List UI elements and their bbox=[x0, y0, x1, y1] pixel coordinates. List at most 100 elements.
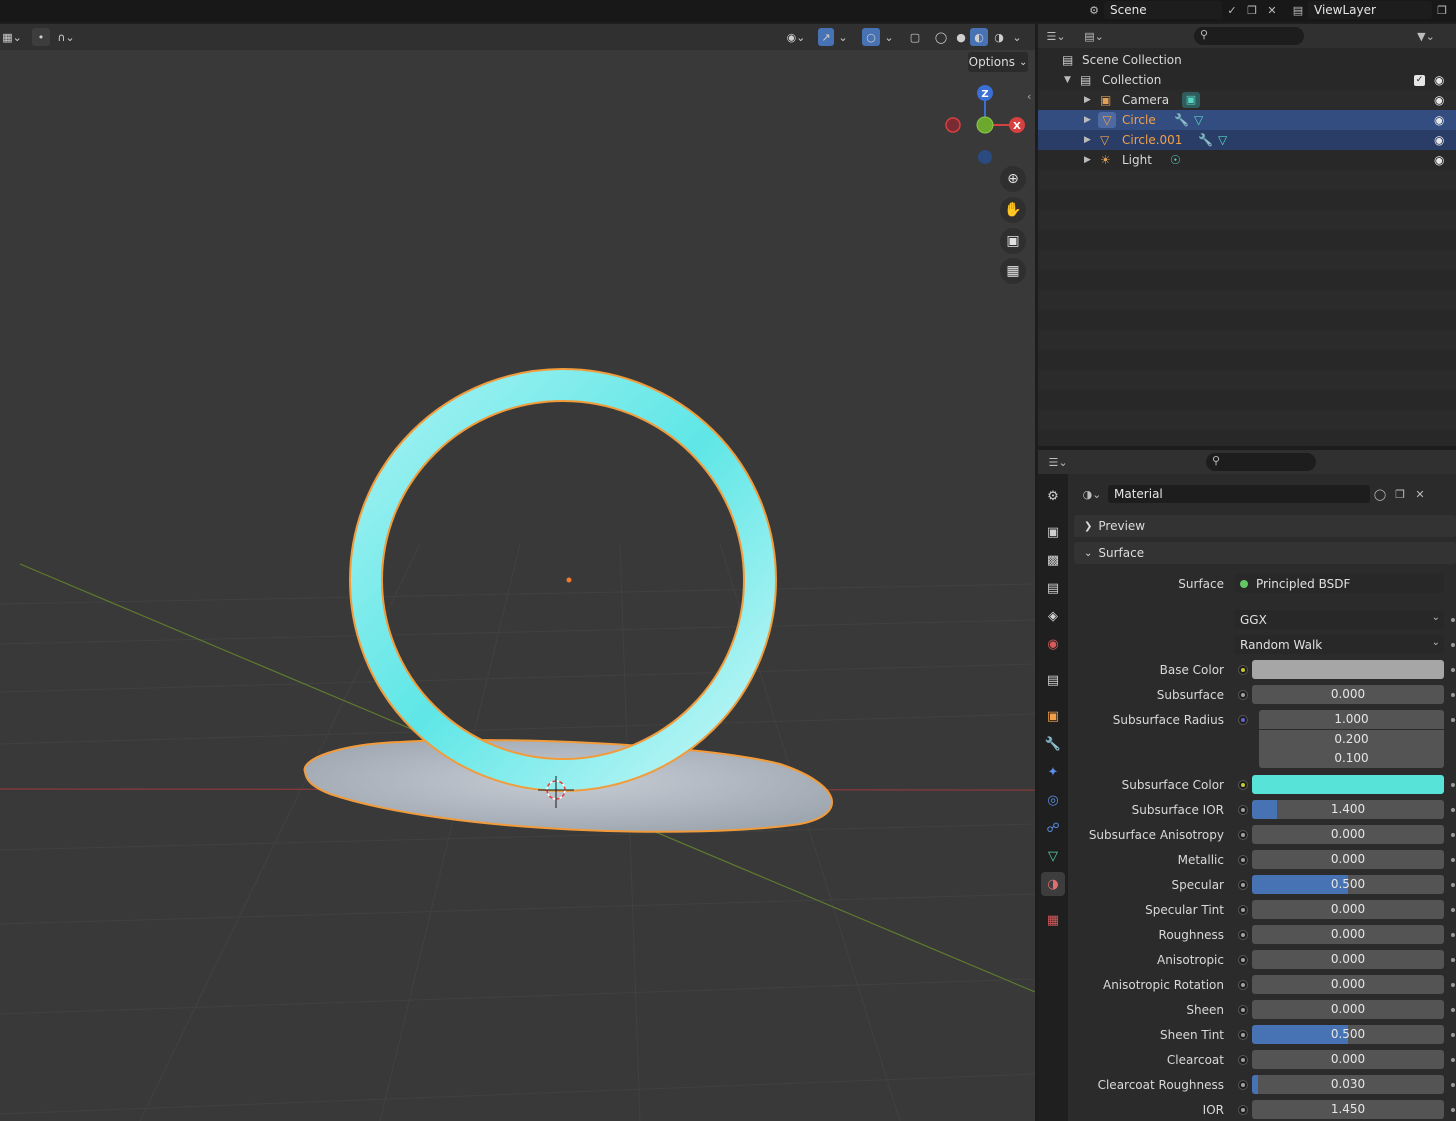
input-socket-icon[interactable] bbox=[1238, 880, 1248, 890]
options-button[interactable]: Options ⌄ bbox=[968, 52, 1028, 72]
value-slider[interactable]: 0.500 bbox=[1252, 875, 1444, 894]
surface-panel-header[interactable]: ⌄ Surface bbox=[1074, 542, 1456, 564]
keyframe-dot[interactable] bbox=[1451, 808, 1455, 812]
data-tab-icon[interactable]: ▽ bbox=[1041, 844, 1065, 868]
input-socket-icon[interactable] bbox=[1238, 805, 1248, 815]
value-slider[interactable]: 0.000 bbox=[1252, 825, 1444, 844]
input-socket-icon[interactable] bbox=[1238, 955, 1248, 965]
keyframe-dot[interactable] bbox=[1451, 783, 1455, 787]
value-slider[interactable]: 0.000 bbox=[1252, 925, 1444, 944]
value-slider[interactable]: 0.000 bbox=[1252, 1000, 1444, 1019]
keyframe-dot[interactable] bbox=[1451, 693, 1455, 697]
input-socket-icon[interactable] bbox=[1238, 930, 1248, 940]
input-socket-icon[interactable] bbox=[1238, 1055, 1248, 1065]
exclude-checkbox[interactable]: ✓ bbox=[1414, 74, 1425, 86]
input-socket-icon[interactable] bbox=[1238, 715, 1248, 725]
input-socket-icon[interactable] bbox=[1238, 830, 1248, 840]
display-mode-icon[interactable]: ▤⌄ bbox=[1084, 27, 1104, 45]
input-socket-icon[interactable] bbox=[1238, 665, 1248, 675]
wrench-modifier-icon[interactable]: 🔧 bbox=[1198, 133, 1213, 147]
gizmo-toggle-icon[interactable]: ↗ bbox=[818, 28, 834, 46]
eye-icon[interactable]: ◉ bbox=[1434, 73, 1444, 87]
value-slider[interactable]: 0.000 bbox=[1252, 850, 1444, 869]
value-slider[interactable]: 0.000 bbox=[1252, 1050, 1444, 1069]
value-slider[interactable]: 0.000 bbox=[1252, 900, 1444, 919]
value-slider[interactable]: 0.030 bbox=[1252, 1075, 1444, 1094]
xray-icon[interactable]: ▢ bbox=[906, 28, 924, 46]
keyframe-dot[interactable] bbox=[1451, 1108, 1455, 1112]
keyframe-dot[interactable] bbox=[1451, 1033, 1455, 1037]
3d-viewport[interactable]: Z X ▦⌄ • ∩⌄ ◉⌄ ↗ ⌄ ○ ⌄ ▢ ◯ ● ◐ ◑ ⌄ Optio… bbox=[0, 24, 1035, 1121]
input-socket-icon[interactable] bbox=[1238, 1080, 1248, 1090]
outliner-item-camera[interactable]: ▶ ▣ Camera ▣ ◉ bbox=[1038, 90, 1456, 110]
solid-shading-icon[interactable]: ● bbox=[952, 28, 970, 46]
view-layer-tab-icon[interactable]: ▤ bbox=[1041, 576, 1065, 600]
outliner-item-circle-001[interactable]: ▶ ▽ Circle.001 🔧 ▽ ◉ bbox=[1038, 130, 1456, 150]
output-tab-icon[interactable]: ▩ bbox=[1041, 548, 1065, 572]
shading-dropdown-icon[interactable]: ⌄ bbox=[1010, 28, 1024, 46]
render-tab-icon[interactable]: ▣ bbox=[1041, 520, 1065, 544]
viewlayer-icon[interactable]: ▤ bbox=[1288, 1, 1308, 19]
wrench-modifier-icon[interactable]: 🔧 bbox=[1174, 113, 1189, 127]
overlays-dropdown-icon[interactable]: ⌄ bbox=[882, 28, 896, 46]
editor-type-icon[interactable]: ▦⌄ bbox=[0, 28, 24, 46]
value-slider[interactable]: 0.500 bbox=[1252, 1025, 1444, 1044]
scene-icon[interactable]: ⚙ bbox=[1084, 1, 1104, 19]
input-socket-icon[interactable] bbox=[1238, 905, 1248, 915]
navigation-gizmo[interactable]: Z X bbox=[945, 85, 1025, 164]
unlink-material-icon[interactable]: ✕ bbox=[1410, 485, 1430, 503]
mesh-data-icon[interactable]: ▽ bbox=[1194, 113, 1203, 127]
camera-data-icon[interactable]: ▣ bbox=[1182, 92, 1200, 108]
eye-icon[interactable]: ◉ bbox=[1434, 113, 1444, 127]
ortho-grid-icon[interactable]: ▦ bbox=[1000, 258, 1026, 284]
falloff-curve-icon[interactable]: ∩⌄ bbox=[52, 28, 80, 46]
texture-tab-icon[interactable]: ▦ bbox=[1041, 908, 1065, 932]
vector-component-field[interactable]: 0.100 bbox=[1259, 749, 1444, 768]
input-socket-icon[interactable] bbox=[1238, 980, 1248, 990]
fake-user-shield-icon[interactable]: ◯ bbox=[1370, 485, 1390, 503]
physics-tab-icon[interactable]: ◎ bbox=[1041, 788, 1065, 812]
sidebar-toggle-icon[interactable]: ‹ bbox=[1027, 90, 1031, 103]
material-name-field[interactable]: Material bbox=[1108, 485, 1370, 503]
input-socket-icon[interactable] bbox=[1238, 1005, 1248, 1015]
keyframe-dot[interactable] bbox=[1451, 858, 1455, 862]
material-browse-icon[interactable]: ◑⌄ bbox=[1078, 485, 1106, 503]
wireframe-shading-icon[interactable]: ◯ bbox=[932, 28, 950, 46]
color-swatch[interactable] bbox=[1252, 660, 1444, 679]
proportional-dot-icon[interactable]: • bbox=[32, 28, 50, 46]
surface-shader-field[interactable]: Principled BSDF bbox=[1234, 574, 1444, 593]
disclosure-open-icon[interactable]: ▼ bbox=[1064, 75, 1071, 85]
outliner-item-light[interactable]: ▶ ☀ Light ☉ ◉ bbox=[1038, 150, 1456, 170]
material-preview-shading-icon[interactable]: ◐ bbox=[970, 28, 988, 46]
keyframe-dot[interactable] bbox=[1451, 668, 1455, 672]
tool-tab-icon[interactable]: ⚙ bbox=[1041, 484, 1065, 508]
mesh-data-icon[interactable]: ▽ bbox=[1218, 133, 1227, 147]
keyframe-dot[interactable] bbox=[1451, 1058, 1455, 1062]
outliner-item-collection[interactable]: ▼ ▤ Collection ✓ ◉ bbox=[1038, 70, 1456, 90]
new-viewlayer-icon[interactable]: ❐ bbox=[1432, 1, 1452, 19]
particles-tab-icon[interactable]: ✦ bbox=[1041, 760, 1065, 784]
keyframe-dot[interactable] bbox=[1451, 983, 1455, 987]
value-slider[interactable]: 0.000 bbox=[1252, 950, 1444, 969]
subsurface-method-select[interactable]: Random Walk ⌄ bbox=[1234, 635, 1444, 654]
new-scene-icon[interactable]: ❐ bbox=[1242, 1, 1262, 19]
filter-icon[interactable]: ▼⌄ bbox=[1416, 27, 1436, 45]
scene-tab-icon[interactable]: ◈ bbox=[1041, 604, 1065, 628]
disclosure-closed-icon[interactable]: ▶ bbox=[1084, 155, 1091, 165]
eye-icon[interactable]: ◉ bbox=[1434, 93, 1444, 107]
keyframe-dot[interactable] bbox=[1451, 618, 1455, 622]
gizmo-dropdown-icon[interactable]: ⌄ bbox=[836, 28, 850, 46]
keyframe-dot[interactable] bbox=[1451, 718, 1455, 722]
viewlayer-field[interactable]: ViewLayer bbox=[1308, 1, 1432, 19]
value-slider[interactable]: 1.450 bbox=[1252, 1100, 1444, 1119]
input-socket-icon[interactable] bbox=[1238, 780, 1248, 790]
camera-view-icon[interactable]: ▣ bbox=[1000, 228, 1026, 254]
outliner-search-input[interactable]: ⚲ bbox=[1194, 27, 1304, 45]
disclosure-closed-icon[interactable]: ▶ bbox=[1084, 95, 1091, 105]
input-socket-icon[interactable] bbox=[1238, 690, 1248, 700]
properties-editor-type-icon[interactable]: ☰⌄ bbox=[1048, 453, 1068, 471]
keyframe-dot[interactable] bbox=[1451, 958, 1455, 962]
properties-search-input[interactable]: ⚲ bbox=[1206, 453, 1316, 471]
outliner-item-circle[interactable]: ▶ ▽ Circle 🔧 ▽ ◉ bbox=[1038, 110, 1456, 130]
light-data-icon[interactable]: ☉ bbox=[1170, 153, 1181, 167]
